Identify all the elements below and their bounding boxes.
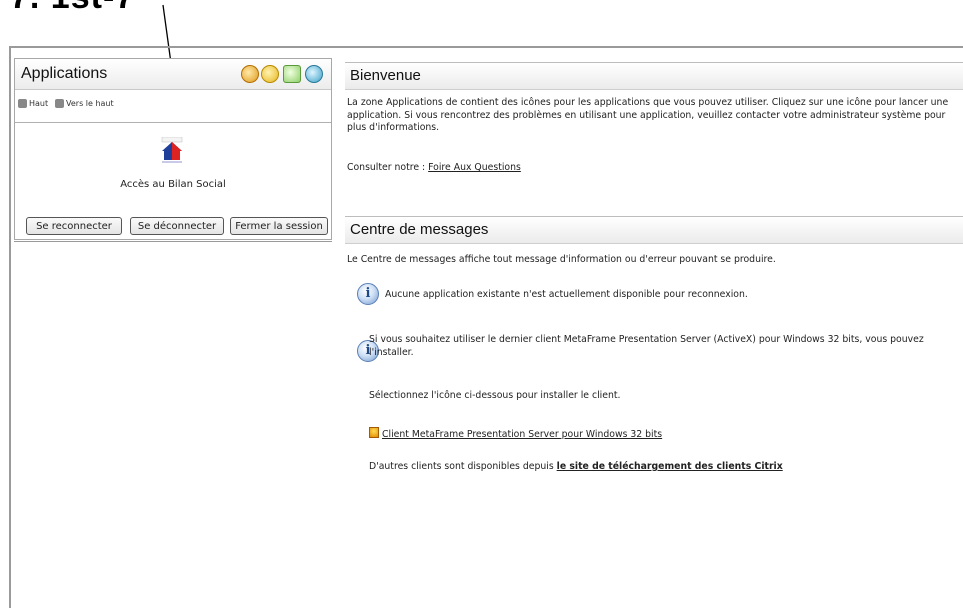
- refresh-icon[interactable]: [241, 65, 259, 83]
- applications-title: Applications: [21, 65, 108, 82]
- key-icon[interactable]: [261, 65, 279, 83]
- welcome-text: La zone Applications de contient des icô…: [347, 97, 949, 133]
- logoff-button[interactable]: Fermer la session: [230, 217, 328, 235]
- client-download-line[interactable]: Client MetaFrame Presentation Server pou…: [369, 427, 662, 442]
- messages-title: Centre de messages: [350, 221, 489, 238]
- faq-line: Consulter notre : Foire Aux Questions: [347, 162, 521, 175]
- client-download-link[interactable]: Client MetaFrame Presentation Server pou…: [382, 429, 662, 440]
- other-clients-line: D'autres clients sont disponibles depuis…: [369, 461, 783, 474]
- messages-header: Centre de messages: [345, 216, 963, 244]
- reconnect-button[interactable]: Se reconnecter: [26, 217, 122, 235]
- session-buttons: Se reconnecter Se déconnecter Fermer la …: [14, 217, 332, 239]
- welcome-header: Bienvenue: [345, 62, 963, 90]
- house-icon[interactable]: [160, 137, 184, 163]
- app-label[interactable]: Accès au Bilan Social: [15, 179, 331, 190]
- client-install-icon[interactable]: [369, 427, 379, 438]
- preferences-icon[interactable]: [283, 65, 301, 83]
- applications-panel: Applications Haut Vers le haut Accès au …: [14, 58, 332, 240]
- citrix-download-link[interactable]: le site de téléchargement des clients Ci…: [557, 461, 783, 472]
- disconnect-button[interactable]: Se déconnecter: [130, 217, 224, 235]
- home-link[interactable]: Haut: [18, 99, 48, 108]
- home-link-label: Haut: [29, 99, 49, 108]
- message-no-reconnect: Aucune application existante n'est actue…: [385, 289, 748, 300]
- info-icon: i: [357, 283, 379, 305]
- annotation-label: 7. 1st-7: [10, 0, 135, 17]
- home-icon: [18, 99, 27, 108]
- welcome-title: Bienvenue: [350, 67, 421, 84]
- divider: [14, 241, 332, 242]
- message-client-install: Si vous souhaitez utiliser le dernier cl…: [369, 334, 924, 358]
- folder-up-icon: [55, 99, 64, 108]
- other-clients-prefix: D'autres clients sont disponibles depuis: [369, 461, 557, 472]
- applications-header: Applications: [15, 59, 331, 90]
- up-link-label: Vers le haut: [66, 99, 114, 108]
- faq-link[interactable]: Foire Aux Questions: [428, 162, 521, 173]
- up-link[interactable]: Vers le haut: [55, 99, 114, 108]
- help-icon[interactable]: [305, 65, 323, 83]
- faq-prefix: Consulter notre :: [347, 162, 429, 173]
- select-icon-text: Sélectionnez l'icône ci-dessous pour ins…: [369, 390, 621, 401]
- messages-intro: Le Centre de messages affiche tout messa…: [347, 254, 776, 265]
- navigation-bar: Haut Vers le haut: [15, 90, 331, 123]
